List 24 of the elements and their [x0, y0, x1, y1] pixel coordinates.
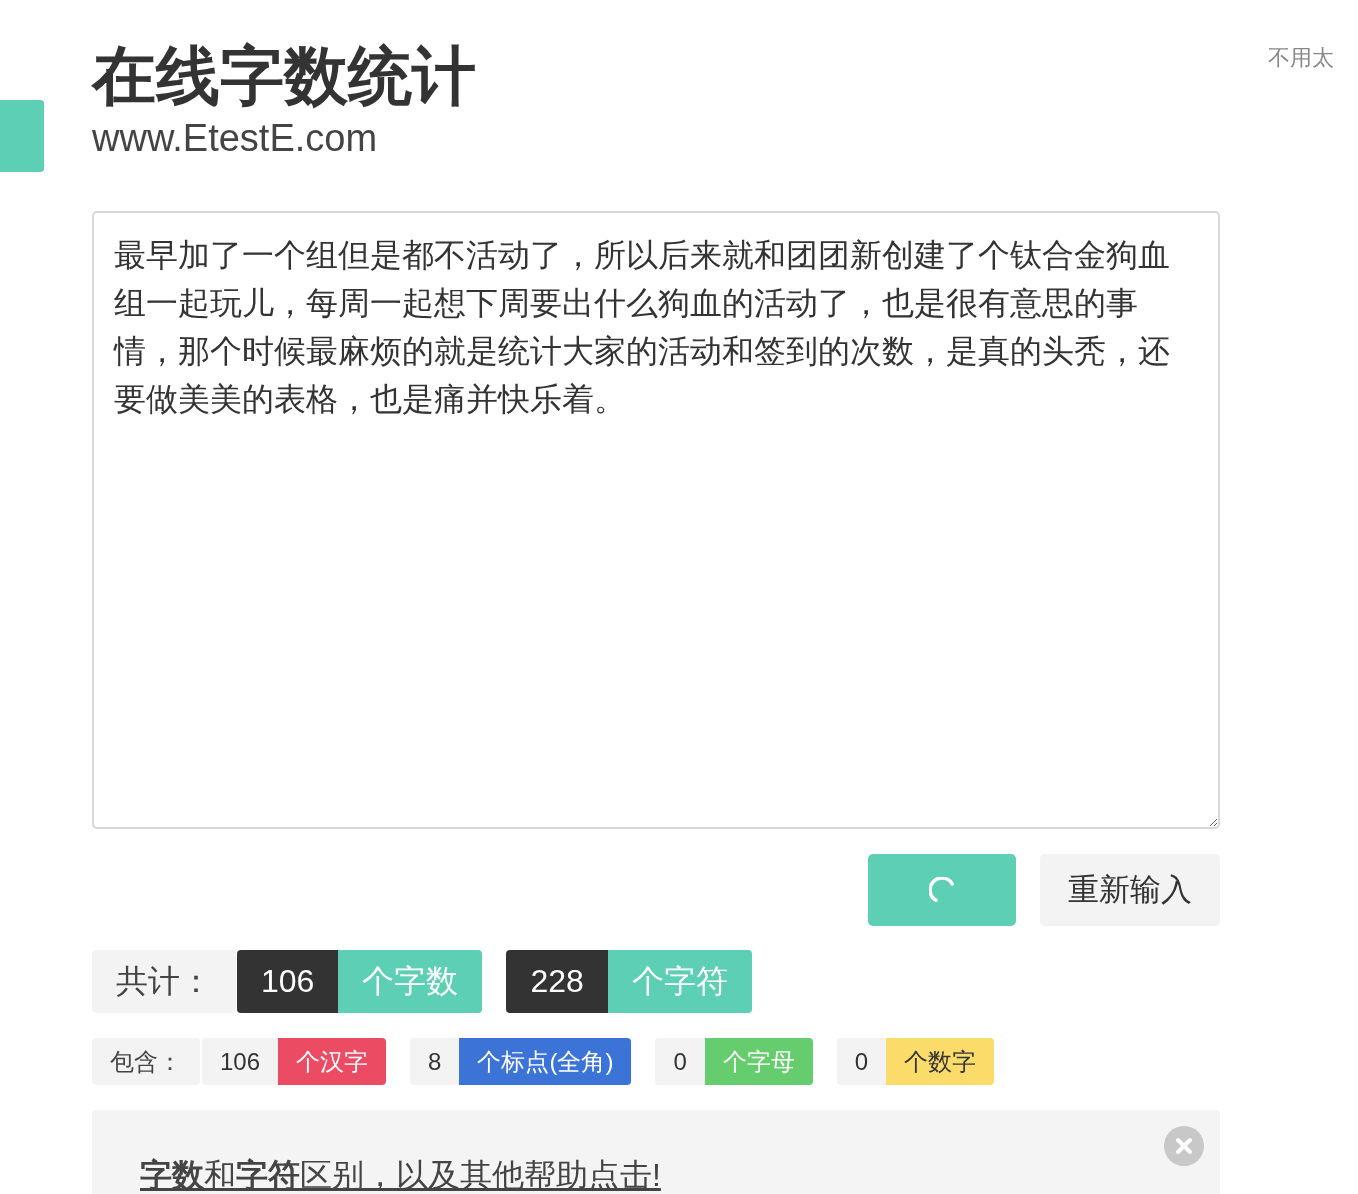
breakdown-label: 包含：: [92, 1038, 200, 1085]
reset-button[interactable]: 重新输入: [1040, 854, 1220, 926]
side-note: 不用太: [1268, 44, 1334, 72]
site-address: www.EtestE.com: [92, 116, 378, 160]
total-unit: 个字符: [607, 950, 752, 1013]
breakdown-unit: 个标点(全角): [459, 1038, 632, 1085]
breakdown-count: 0: [836, 1038, 887, 1085]
text-input-field[interactable]: 最早加了一个组但是都不活动了，所以后来就和团团新创建了个钛合金狗血组一起玩儿，每周一起想下周要出什么狗血的活动了，也是很有意思的事情，那个时候最麻烦的就是统计大家的活动和签到的次数，是真的头秃，还要做美美的表格，也是痛并快乐着。: [92, 211, 1220, 829]
breakdown-unit: 个字母: [704, 1038, 813, 1085]
page-title: 在线字数统计: [92, 39, 476, 114]
breakdown-count: 0: [655, 1038, 705, 1085]
breakdown-count: 8: [410, 1038, 460, 1085]
total-unit: 个字数: [338, 950, 483, 1013]
total-count: 106: [237, 950, 339, 1013]
breakdown-unit: 个汉字: [278, 1038, 387, 1085]
side-tab[interactable]: [0, 100, 44, 172]
breakdown-unit: 个数字: [886, 1038, 995, 1085]
total-count: 228: [506, 950, 608, 1013]
loading-button[interactable]: [868, 854, 1016, 926]
spinner-icon: [929, 877, 955, 903]
totals-label: 共计：: [92, 950, 236, 1013]
help-link[interactable]: 字数和字符区别，以及其他帮助点击!: [140, 1156, 661, 1194]
breakdown-count: 106: [202, 1038, 279, 1085]
close-icon[interactable]: [1164, 1126, 1204, 1166]
